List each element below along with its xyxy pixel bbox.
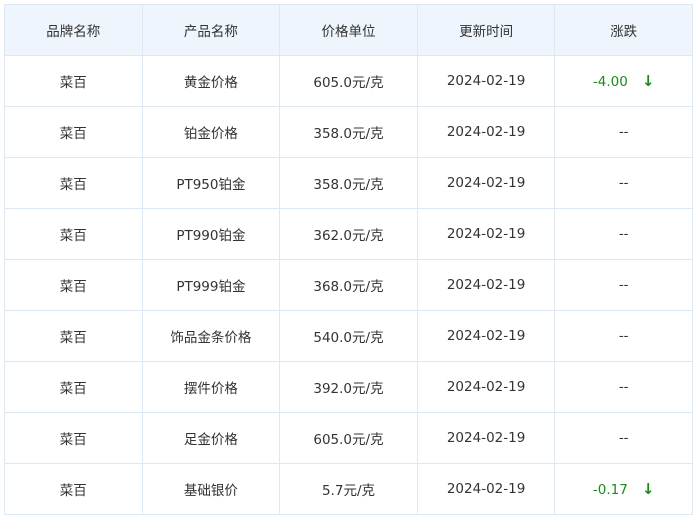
cell-product: 摆件价格 <box>141 361 281 413</box>
table-row: 菜百 足金价格 605.0元/克 2024-02-19 -- <box>4 412 693 464</box>
cell-change: -- <box>554 208 693 260</box>
change-value: -- <box>618 175 629 191</box>
cell-change: -- <box>554 106 693 158</box>
cell-price: 358.0元/克 <box>279 157 418 209</box>
change-value: -- <box>618 379 629 395</box>
change-value: -- <box>618 277 629 293</box>
header-price-unit: 价格单位 <box>279 4 418 56</box>
cell-price: 368.0元/克 <box>279 259 418 311</box>
cell-date: 2024-02-19 <box>416 463 556 515</box>
arrow-down-icon: ↓ <box>641 480 655 498</box>
table-row: 菜百 PT999铂金 368.0元/克 2024-02-19 -- <box>4 259 693 311</box>
header-change: 涨跌 <box>554 4 693 56</box>
cell-brand: 菜百 <box>4 310 143 362</box>
cell-date: 2024-02-19 <box>416 157 556 209</box>
table-row: 菜百 PT950铂金 358.0元/克 2024-02-19 -- <box>4 157 693 209</box>
cell-product: 足金价格 <box>141 412 281 464</box>
table-row: 菜百 摆件价格 392.0元/克 2024-02-19 -- <box>4 361 693 413</box>
cell-product: PT950铂金 <box>141 157 281 209</box>
table-row: 菜百 PT990铂金 362.0元/克 2024-02-19 -- <box>4 208 693 260</box>
arrow-down-icon: ↓ <box>641 72 655 90</box>
cell-brand: 菜百 <box>4 412 143 464</box>
price-table: 品牌名称 产品名称 价格单位 更新时间 涨跌 菜百 黄金价格 605.0元/克 202… <box>4 4 693 515</box>
change-value: -- <box>618 430 629 446</box>
cell-price: 362.0元/克 <box>279 208 418 260</box>
cell-brand: 菜百 <box>4 259 143 311</box>
change-value: -4.00 <box>592 74 628 90</box>
cell-date: 2024-02-19 <box>416 361 556 413</box>
cell-product: 铂金价格 <box>141 106 281 158</box>
table-row: 菜百 铂金价格 358.0元/克 2024-02-19 -- <box>4 106 693 158</box>
cell-change: -- <box>554 157 693 209</box>
change-value: -0.17 <box>592 482 628 498</box>
cell-product: PT990铂金 <box>141 208 281 260</box>
cell-brand: 菜百 <box>4 106 143 158</box>
cell-date: 2024-02-19 <box>416 412 556 464</box>
cell-product: 饰品金条价格 <box>141 310 281 362</box>
cell-date: 2024-02-19 <box>416 55 556 107</box>
cell-price: 605.0元/克 <box>279 412 418 464</box>
cell-price: 5.7元/克 <box>279 463 418 515</box>
cell-product: 黄金价格 <box>141 55 281 107</box>
cell-date: 2024-02-19 <box>416 259 556 311</box>
table-row: 菜百 饰品金条价格 540.0元/克 2024-02-19 -- <box>4 310 693 362</box>
table-header: 品牌名称 产品名称 价格单位 更新时间 涨跌 <box>4 4 693 56</box>
cell-brand: 菜百 <box>4 361 143 413</box>
cell-brand: 菜百 <box>4 55 143 107</box>
cell-change: -- <box>554 310 693 362</box>
cell-brand: 菜百 <box>4 208 143 260</box>
header-update-time: 更新时间 <box>416 4 556 56</box>
cell-price: 392.0元/克 <box>279 361 418 413</box>
cell-product: 基础银价 <box>141 463 281 515</box>
table-row: 菜百 基础银价 5.7元/克 2024-02-19 -0.17 ↓ <box>4 463 693 515</box>
header-row: 品牌名称 产品名称 价格单位 更新时间 涨跌 <box>4 4 693 56</box>
cell-price: 358.0元/克 <box>279 106 418 158</box>
change-value: -- <box>618 124 629 140</box>
cell-change: -- <box>554 361 693 413</box>
cell-change: -0.17 ↓ <box>554 463 693 515</box>
cell-change: -4.00 ↓ <box>554 55 693 107</box>
table-body: 菜百 黄金价格 605.0元/克 2024-02-19 -4.00 ↓ 菜百 铂金价格 358.… <box>4 55 693 515</box>
header-product: 产品名称 <box>141 4 281 56</box>
cell-brand: 菜百 <box>4 463 143 515</box>
cell-brand: 菜百 <box>4 157 143 209</box>
cell-price: 540.0元/克 <box>279 310 418 362</box>
table-row: 菜百 黄金价格 605.0元/克 2024-02-19 -4.00 ↓ <box>4 55 693 107</box>
header-brand: 品牌名称 <box>4 4 143 56</box>
cell-change: -- <box>554 412 693 464</box>
cell-date: 2024-02-19 <box>416 310 556 362</box>
cell-product: PT999铂金 <box>141 259 281 311</box>
change-value: -- <box>618 328 629 344</box>
cell-date: 2024-02-19 <box>416 106 556 158</box>
cell-change: -- <box>554 259 693 311</box>
change-value: -- <box>618 226 629 242</box>
cell-date: 2024-02-19 <box>416 208 556 260</box>
cell-price: 605.0元/克 <box>279 55 418 107</box>
